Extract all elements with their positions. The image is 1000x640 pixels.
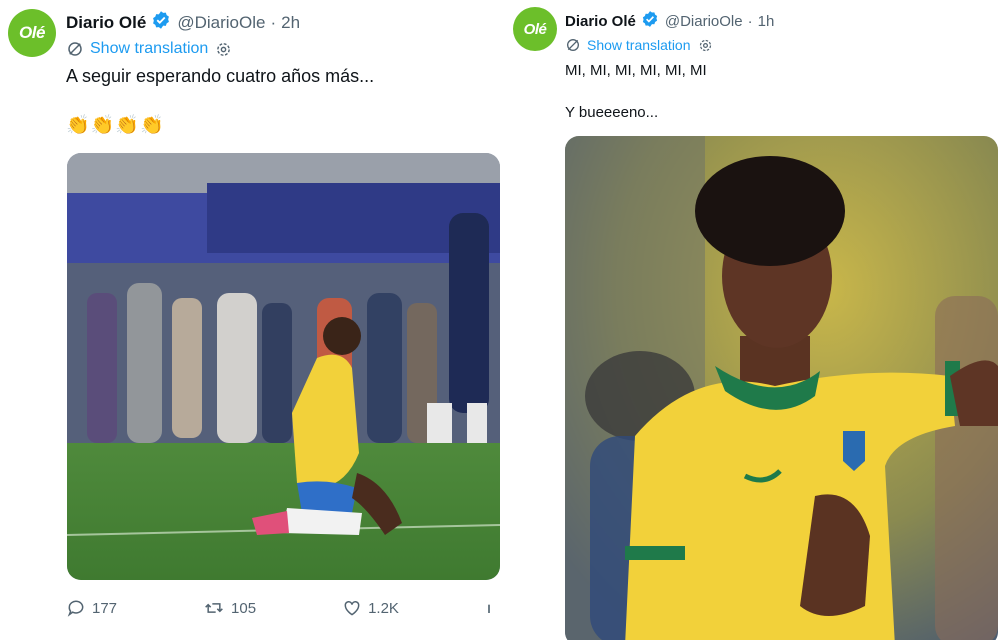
show-translation-link[interactable]: Show translation bbox=[66, 40, 238, 58]
retweet-count: 105 bbox=[231, 599, 257, 617]
clapping-hands-emoji: 👏👏👏👏 bbox=[66, 115, 165, 136]
separator-dot: · bbox=[270, 12, 277, 32]
show-translation-label: Show translation bbox=[90, 40, 209, 57]
show-translation-link[interactable]: Show translation bbox=[565, 37, 719, 53]
gear-icon[interactable] bbox=[215, 41, 232, 58]
reply-count: 177 bbox=[92, 599, 118, 617]
verified-badge-icon bbox=[641, 10, 659, 32]
translate-icon bbox=[567, 39, 579, 51]
reply-button[interactable]: 177 bbox=[66, 598, 117, 618]
timestamp[interactable]: 2h bbox=[281, 13, 300, 33]
retweet-icon bbox=[205, 603, 223, 613]
timestamp[interactable]: 1h bbox=[758, 13, 775, 30]
avatar[interactable]: Olé bbox=[513, 7, 557, 51]
separator-dot: · bbox=[747, 12, 753, 30]
retweet-button[interactable]: 105 bbox=[203, 598, 256, 618]
gear-icon[interactable] bbox=[698, 38, 713, 53]
tweet-text-line1: MI, MI, MI, MI, MI, MI bbox=[565, 62, 707, 79]
views-button[interactable] bbox=[485, 598, 499, 618]
avatar[interactable]: Olé bbox=[8, 9, 56, 57]
like-count: 1.2K bbox=[368, 599, 399, 617]
tweet-actions: 177 105 1.2K bbox=[66, 598, 499, 618]
author-name[interactable]: Diario Olé bbox=[66, 13, 146, 33]
translate-icon bbox=[68, 42, 82, 56]
reply-icon bbox=[67, 600, 84, 617]
author-handle[interactable]: @DiarioOle bbox=[665, 13, 743, 30]
views-icon bbox=[488, 604, 490, 613]
tweet-right: Olé Diario Olé @DiarioOle · 1h Show tran… bbox=[505, 0, 1000, 640]
tweet-text-line2: Y bueeeeno... bbox=[565, 104, 659, 121]
tweet-photo-player-kneeling[interactable] bbox=[67, 153, 500, 580]
author-name[interactable]: Diario Olé bbox=[565, 13, 636, 30]
verified-badge-icon bbox=[151, 10, 171, 35]
like-button[interactable]: 1.2K bbox=[342, 598, 399, 618]
tweet-header: Diario Olé @DiarioOle · 2h bbox=[66, 10, 300, 35]
avatar-logo-text: Olé bbox=[19, 23, 45, 42]
tweet-text: A seguir esperando cuatro años más... bbox=[66, 66, 375, 86]
author-handle[interactable]: @DiarioOle bbox=[177, 13, 265, 33]
tweet-photo-player-hand-on-chest[interactable] bbox=[565, 136, 998, 640]
tweet-header: Diario Olé @DiarioOle · 1h bbox=[565, 10, 774, 32]
heart-icon bbox=[344, 600, 360, 616]
avatar-logo-text: Olé bbox=[523, 20, 547, 38]
tweet-left: Olé Diario Olé @DiarioOle · 2h Show tran… bbox=[0, 0, 500, 640]
show-translation-label: Show translation bbox=[587, 37, 691, 53]
